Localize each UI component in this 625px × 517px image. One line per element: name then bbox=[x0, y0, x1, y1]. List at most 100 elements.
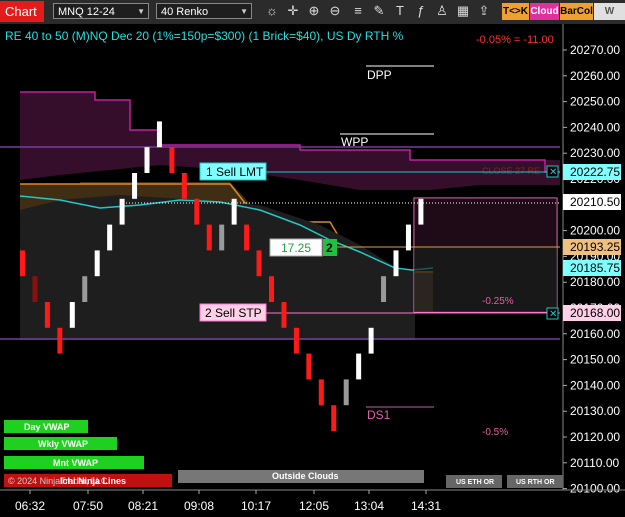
sell-stp-order[interactable]: 2 Sell STP bbox=[199, 303, 267, 322]
share-icon[interactable]: ⇪ bbox=[476, 3, 492, 19]
renko-brick-up bbox=[94, 250, 100, 277]
svg-text:US ETH OR: US ETH OR bbox=[456, 479, 494, 486]
price-tick-label: 20150.00 bbox=[570, 353, 620, 367]
renko-brick-up bbox=[393, 250, 399, 277]
crosshair-icon[interactable]: ✛ bbox=[285, 3, 301, 19]
us-eth-or-button[interactable]: US ETH OR bbox=[446, 475, 502, 488]
w-vwap-button[interactable]: W VWA bbox=[594, 3, 625, 34]
price-tick-label: 20240.00 bbox=[570, 120, 620, 134]
sell-lmt-label: 1 Sell LMT bbox=[206, 165, 264, 179]
close-lmt-icon[interactable]: ✕ bbox=[546, 165, 559, 178]
close-ref-label: CLOSE 27 RE bbox=[482, 166, 540, 176]
mnt-vwap-button[interactable]: Mnt VWAP bbox=[4, 456, 144, 469]
properties-icon[interactable]: ≡ bbox=[350, 3, 366, 19]
renko-brick-down bbox=[194, 198, 200, 225]
svg-text:Wkly VWAP: Wkly VWAP bbox=[38, 439, 88, 449]
renko-brick-down bbox=[181, 173, 187, 199]
time-tick-label: 06:32 bbox=[15, 499, 45, 513]
stop-price-badge: 20168.00 bbox=[563, 305, 621, 321]
renko-brick-up bbox=[144, 147, 150, 173]
renko-brick-down bbox=[331, 405, 337, 431]
trade-zone-upper bbox=[414, 198, 557, 248]
bar-type-selector[interactable]: 40 Renko ▼ bbox=[156, 3, 252, 19]
chevron-down-icon: ▼ bbox=[240, 7, 248, 16]
instrument-label: MNQ 12-24 bbox=[58, 6, 115, 18]
indicators-icon[interactable]: ƒ bbox=[413, 3, 429, 19]
renko-brick-up bbox=[418, 198, 424, 225]
price-tick-label: 20100.00 bbox=[570, 482, 620, 496]
dpp-label: DPP bbox=[367, 68, 392, 82]
renko-brick-down bbox=[57, 327, 63, 354]
draw-icon[interactable]: ✎ bbox=[371, 3, 387, 19]
renko-brick-down bbox=[206, 224, 212, 251]
renko-brick-up bbox=[231, 198, 237, 225]
renko-brick-up bbox=[343, 379, 349, 406]
svg-text:✕: ✕ bbox=[549, 167, 557, 178]
renko-brick-down bbox=[318, 379, 324, 406]
close-stp-icon[interactable]: ✕ bbox=[546, 307, 559, 320]
tk-button[interactable]: T<>K bbox=[502, 3, 529, 20]
svg-text:20193.25: 20193.25 bbox=[570, 240, 620, 254]
barcol-button[interactable]: BarCol bbox=[560, 3, 593, 20]
ds1-label: DS1 bbox=[367, 408, 391, 422]
time-tick-label: 12:05 bbox=[299, 499, 329, 513]
ichi-lines-button[interactable]: © 2024 NinjaTrader, LLC Ichi Ninja Lines bbox=[4, 474, 172, 487]
chart-title: RE 40 to 50 (M)NQ Dec 20 (1%=150p=$300) … bbox=[5, 29, 404, 43]
sell-lmt-order[interactable]: 1 Sell LMT bbox=[199, 162, 267, 181]
chart-tab[interactable]: Chart bbox=[0, 1, 44, 22]
price-tick-label: 20120.00 bbox=[570, 430, 620, 444]
text-icon[interactable]: T bbox=[392, 3, 408, 19]
renko-brick-down bbox=[44, 302, 50, 328]
pnl-top: -0.05% = -11.00 bbox=[476, 34, 554, 46]
day-vwap-button[interactable]: Day VWAP bbox=[4, 420, 88, 433]
cloud-button[interactable]: Cloud bbox=[530, 3, 559, 20]
strategy-icon[interactable]: ♙ bbox=[434, 3, 450, 19]
renko-brick-up bbox=[119, 198, 125, 225]
sell-lmt-price-badge: 20222.75 bbox=[563, 164, 621, 180]
price-tick-label: 20200.00 bbox=[570, 224, 620, 238]
price-tick-label: 20160.00 bbox=[570, 327, 620, 341]
instrument-selector[interactable]: MNQ 12-24 ▼ bbox=[53, 3, 149, 19]
renko-brick-up bbox=[368, 327, 374, 354]
renko-brick-up bbox=[219, 224, 225, 251]
renko-brick-down bbox=[20, 250, 25, 277]
wpp-label: WPP bbox=[341, 135, 368, 149]
renko-brick-down bbox=[281, 302, 287, 328]
price-tick-label: 20130.00 bbox=[570, 404, 620, 418]
zoom-in-icon[interactable]: ⊕ bbox=[306, 3, 322, 19]
sell-stp-label: 2 Sell STP bbox=[205, 306, 262, 320]
svg-text:Day VWAP: Day VWAP bbox=[24, 422, 70, 432]
renko-brick-up bbox=[405, 224, 411, 251]
time-tick-label: 13:04 bbox=[354, 499, 384, 513]
renko-brick-down bbox=[306, 353, 312, 380]
price-tick-label: 20270.00 bbox=[570, 43, 620, 57]
outside-clouds-button[interactable]: Outside Clouds bbox=[178, 470, 424, 483]
price-tick-label: 20110.00 bbox=[570, 456, 619, 470]
renko-brick-up bbox=[132, 173, 138, 199]
renko-brick-down bbox=[256, 250, 262, 277]
renko-brick-down bbox=[293, 327, 299, 354]
svg-text:20185.75: 20185.75 bbox=[570, 261, 620, 275]
avg-price-badge: 20193.25 bbox=[563, 239, 621, 255]
svg-text:Outside Clouds: Outside Clouds bbox=[272, 471, 339, 481]
wkly-vwap-button[interactable]: Wkly VWAP bbox=[4, 437, 117, 450]
position-badge[interactable]: 17.25 2 bbox=[269, 238, 337, 257]
position-qty: 2 bbox=[326, 241, 333, 255]
svg-text:Mnt VWAP: Mnt VWAP bbox=[53, 458, 98, 468]
price-tick-label: 20230.00 bbox=[570, 146, 620, 160]
time-tick-label: 08:21 bbox=[128, 499, 158, 513]
renko-brick-down bbox=[32, 276, 38, 302]
time-tick-label: 10:17 bbox=[241, 499, 271, 513]
price-chart[interactable]: DPP WPP DS1 CLOSE 27 RE 1 Sell LMT 2 Sel… bbox=[0, 24, 625, 517]
pct-label-50: -0.5% bbox=[482, 427, 508, 438]
zoom-out-icon[interactable]: ⊖ bbox=[327, 3, 343, 19]
price-tick-label: 20260.00 bbox=[570, 69, 620, 83]
renko-brick-down bbox=[169, 147, 175, 173]
layout-icon[interactable]: ▦ bbox=[455, 3, 471, 19]
renko-brick-down bbox=[269, 276, 274, 302]
us-rth-or-button[interactable]: US RTH OR bbox=[507, 475, 563, 488]
svg-text:20210.50: 20210.50 bbox=[570, 195, 620, 209]
renko-brick-up bbox=[381, 276, 387, 302]
sun-icon[interactable]: ☼ bbox=[264, 3, 280, 19]
price-tick-label: 20250.00 bbox=[570, 95, 620, 109]
